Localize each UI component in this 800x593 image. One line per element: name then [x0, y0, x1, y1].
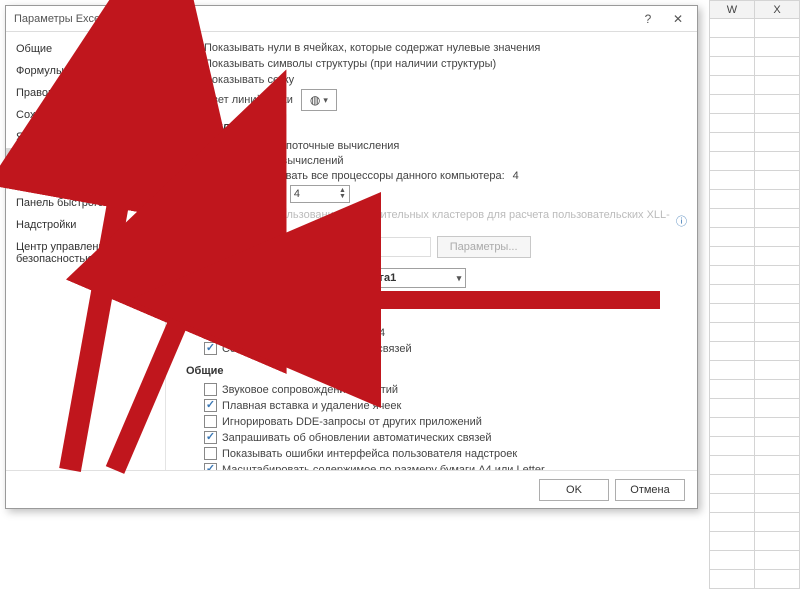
label-all-processors: использовать все процессоры данного комп…: [239, 170, 505, 182]
checkbox-show-outline[interactable]: [186, 57, 199, 70]
help-button[interactable]: ?: [633, 9, 663, 29]
category-sidebar: Общие Формулы Правописание Сохранение Яз…: [6, 32, 166, 470]
label-save-external: Сохранять значения внешних связей: [222, 343, 412, 355]
section-recalc: При пересчете этой книги: x Книга1 ▾: [186, 268, 687, 288]
dialog-title: Параметры Excel: [14, 13, 103, 25]
info-icon[interactable]: ⓘ: [676, 213, 687, 229]
manual-threads-stepper[interactable]: 4▲▼: [290, 185, 350, 203]
sidebar-item-quickaccess[interactable]: Панель быстрого доступа: [6, 192, 165, 214]
column-header-x[interactable]: X: [755, 1, 800, 19]
label-update-links: Обновить ссылки на другие документы: [222, 295, 422, 307]
sidebar-item-advanced[interactable]: Дополнительно: [6, 148, 165, 170]
workbook-name: Книга1: [359, 272, 396, 284]
sidebar-item-formulas[interactable]: Формулы: [6, 60, 165, 82]
cancel-button[interactable]: Отмена: [615, 479, 685, 501]
paint-bucket-icon: ◍: [310, 93, 320, 107]
dialog-titlebar: Параметры Excel ? ✕: [6, 6, 697, 32]
checkbox-dde[interactable]: [204, 415, 217, 428]
close-button[interactable]: ✕: [663, 9, 693, 29]
cluster-type-input: [281, 237, 431, 257]
section-general: Общие: [186, 365, 687, 377]
checkbox-date-1904[interactable]: [204, 326, 217, 339]
label-cluster-type: Тип кластера:: [204, 241, 275, 253]
cluster-params-button: Параметры...: [437, 236, 531, 258]
checkbox-sound[interactable]: [204, 383, 217, 396]
sidebar-item-general[interactable]: Общие: [6, 38, 165, 60]
radio-manual-threads[interactable]: [222, 188, 234, 200]
label-grid-color: Цвет линий сетки: [204, 94, 293, 106]
label-manual-threads: вручную: [239, 188, 282, 200]
grid-color-picker[interactable]: ◍▾: [301, 89, 337, 111]
checkbox-ui-errors[interactable]: [204, 447, 217, 460]
excel-options-dialog: Параметры Excel ? ✕ Общие Формулы Правоп…: [5, 5, 698, 509]
checkbox-set-precision[interactable]: [204, 310, 217, 323]
checkbox-smooth[interactable]: [204, 399, 217, 412]
checkbox-show-zeros[interactable]: [186, 41, 199, 54]
workbook-dropdown[interactable]: x Книга1 ▾: [336, 268, 466, 288]
label-xll-cluster: Разрешить использование вычислительных к…: [204, 209, 673, 233]
label-auto-links: Запрашивать об обновлении автоматических…: [222, 432, 492, 444]
label-show-zeros: Показывать нули в ячейках, которые содер…: [204, 42, 540, 54]
sidebar-item-proofing[interactable]: Правописание: [6, 82, 165, 104]
column-header-w[interactable]: W: [710, 1, 755, 19]
label-set-precision: Задать указанную точность: [222, 311, 363, 323]
sidebar-item-ribbon[interactable]: Настроить ленту: [6, 170, 165, 192]
checkbox-scale-a4[interactable]: [204, 463, 217, 470]
checkbox-xll-cluster: [186, 215, 199, 228]
checkbox-save-external[interactable]: [204, 342, 217, 355]
chevron-down-icon: ▾: [323, 95, 328, 106]
label-show-outline: Показывать символы структуры (при наличи…: [204, 58, 496, 70]
chevron-down-icon: ▾: [453, 273, 462, 284]
sidebar-item-save[interactable]: Сохранение: [6, 104, 165, 126]
checkbox-multithread[interactable]: [186, 139, 199, 152]
ok-button[interactable]: OK: [539, 479, 609, 501]
sidebar-item-addins[interactable]: Надстройки: [6, 214, 165, 236]
section-formulas: Формулы: [186, 121, 687, 133]
radio-all-processors[interactable]: [222, 170, 234, 182]
excel-workbook-icon: x: [341, 271, 355, 285]
label-smooth: Плавная вставка и удаление ячеек: [222, 400, 401, 412]
checkbox-show-gridlines[interactable]: [186, 73, 199, 86]
sidebar-item-language[interactable]: Язык: [6, 126, 165, 148]
options-content: Показывать нули в ячейках, которые содер…: [166, 32, 697, 470]
sidebar-item-trust[interactable]: Центр управления безопасностью: [6, 236, 165, 270]
dialog-footer: OK Отмена: [6, 470, 697, 508]
label-sound: Звуковое сопровождение событий: [222, 384, 398, 396]
checkbox-update-links[interactable]: [204, 294, 217, 307]
label-ui-errors: Показывать ошибки интерфейса пользовател…: [222, 448, 517, 460]
label-show-gridlines: Показывать сетку: [204, 74, 294, 86]
label-dde: Игнорировать DDE-запросы от других прило…: [222, 416, 482, 428]
label-thread-count: Число потоков вычислений: [204, 155, 687, 167]
label-multithread: Включить многопоточные вычисления: [204, 140, 399, 152]
label-date-1904: Использовать систему дат 1904: [222, 327, 385, 339]
checkbox-auto-links[interactable]: [204, 431, 217, 444]
value-cpu-count: 4: [513, 170, 519, 182]
